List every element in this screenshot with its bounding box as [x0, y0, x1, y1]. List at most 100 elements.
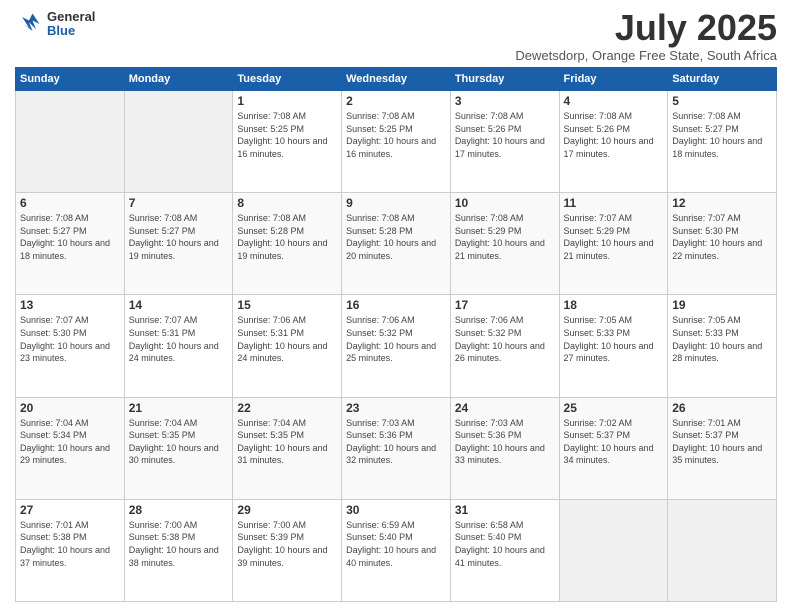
calendar-cell: 26Sunrise: 7:01 AM Sunset: 5:37 PM Dayli… — [668, 397, 777, 499]
day-number: 21 — [129, 401, 229, 415]
day-number: 3 — [455, 94, 555, 108]
calendar-week-row: 20 Sunrise: 7:04 AM Sunset: 5:34 PM Dayli… — [16, 397, 777, 499]
day-info: Sunrise: 7:07 AM Sunset: 5:30 PM Dayligh… — [20, 314, 120, 364]
day-info: Sunrise: 7:08 AM Sunset: 5:27 PM Dayligh… — [672, 110, 772, 160]
day-info: Sunrise: 6:59 AM Sunset: 5:40 PM Dayligh… — [346, 519, 446, 569]
day-number: 9 — [346, 196, 446, 210]
calendar-cell: 27 Sunrise: 7:01 AM Sunset: 5:38 PM Dayli… — [16, 499, 125, 601]
calendar-cell: 13Sunrise: 7:07 AM Sunset: 5:30 PM Dayli… — [16, 295, 125, 397]
weekday-header-cell: Saturday — [668, 68, 777, 91]
day-number: 26 — [672, 401, 772, 415]
calendar-cell: 10 Sunrise: 7:08 AM Sunset: 5:29 PM Dayli… — [450, 193, 559, 295]
day-info: Sunrise: 7:08 AM Sunset: 5:26 PM Dayligh… — [455, 110, 555, 160]
calendar-cell: 8Sunrise: 7:08 AM Sunset: 5:28 PM Daylig… — [233, 193, 342, 295]
day-info: Sunrise: 7:08 AM Sunset: 5:29 PM Dayligh… — [455, 212, 555, 262]
day-info: Sunrise: 7:07 AM Sunset: 5:31 PM Dayligh… — [129, 314, 229, 364]
calendar-week-row: 13Sunrise: 7:07 AM Sunset: 5:30 PM Dayli… — [16, 295, 777, 397]
calendar-cell: 3 Sunrise: 7:08 AM Sunset: 5:26 PM Daylig… — [450, 91, 559, 193]
day-number: 4 — [564, 94, 664, 108]
day-info: Sunrise: 7:07 AM Sunset: 5:30 PM Dayligh… — [672, 212, 772, 262]
day-number: 6 — [20, 196, 120, 210]
weekday-header-cell: Sunday — [16, 68, 125, 91]
calendar-cell: 24Sunrise: 7:03 AM Sunset: 5:36 PM Dayli… — [450, 397, 559, 499]
day-number: 24 — [455, 401, 555, 415]
calendar-cell: 12 Sunrise: 7:07 AM Sunset: 5:30 PM Dayli… — [668, 193, 777, 295]
weekday-header-cell: Monday — [124, 68, 233, 91]
day-number: 11 — [564, 196, 664, 210]
day-info: Sunrise: 7:05 AM Sunset: 5:33 PM Dayligh… — [672, 314, 772, 364]
logo-general: General — [47, 10, 95, 24]
calendar-cell: 29 Sunrise: 7:00 AM Sunset: 5:39 PM Dayli… — [233, 499, 342, 601]
day-number: 23 — [346, 401, 446, 415]
calendar-body: 1 Sunrise: 7:08 AM Sunset: 5:25 PM Daylig… — [16, 91, 777, 602]
calendar-cell: 11 Sunrise: 7:07 AM Sunset: 5:29 PM Dayli… — [559, 193, 668, 295]
day-info: Sunrise: 7:01 AM Sunset: 5:38 PM Dayligh… — [20, 519, 120, 569]
calendar-cell: 21 Sunrise: 7:04 AM Sunset: 5:35 PM Dayli… — [124, 397, 233, 499]
day-number: 27 — [20, 503, 120, 517]
day-info: Sunrise: 7:06 AM Sunset: 5:31 PM Dayligh… — [237, 314, 337, 364]
logo-blue: Blue — [47, 24, 95, 38]
calendar-cell: 17 Sunrise: 7:06 AM Sunset: 5:32 PM Dayli… — [450, 295, 559, 397]
calendar-cell — [668, 499, 777, 601]
day-info: Sunrise: 6:58 AM Sunset: 5:40 PM Dayligh… — [455, 519, 555, 569]
header: General Blue July 2025 Dewetsdorp, Orang… — [15, 10, 777, 63]
day-number: 12 — [672, 196, 772, 210]
day-number: 20 — [20, 401, 120, 415]
weekday-header-cell: Thursday — [450, 68, 559, 91]
day-number: 28 — [129, 503, 229, 517]
calendar-cell: 30 Sunrise: 6:59 AM Sunset: 5:40 PM Dayli… — [342, 499, 451, 601]
day-info: Sunrise: 7:08 AM Sunset: 5:26 PM Dayligh… — [564, 110, 664, 160]
day-info: Sunrise: 7:05 AM Sunset: 5:33 PM Dayligh… — [564, 314, 664, 364]
calendar-cell: 7Sunrise: 7:08 AM Sunset: 5:27 PM Daylig… — [124, 193, 233, 295]
day-info: Sunrise: 7:04 AM Sunset: 5:35 PM Dayligh… — [129, 417, 229, 467]
month-title: July 2025 — [515, 10, 777, 46]
calendar-cell: 14 Sunrise: 7:07 AM Sunset: 5:31 PM Dayli… — [124, 295, 233, 397]
calendar-cell: 6 Sunrise: 7:08 AM Sunset: 5:27 PM Daylig… — [16, 193, 125, 295]
day-info: Sunrise: 7:04 AM Sunset: 5:35 PM Dayligh… — [237, 417, 337, 467]
day-info: Sunrise: 7:08 AM Sunset: 5:25 PM Dayligh… — [237, 110, 337, 160]
calendar-cell: 18Sunrise: 7:05 AM Sunset: 5:33 PM Dayli… — [559, 295, 668, 397]
day-info: Sunrise: 7:04 AM Sunset: 5:34 PM Dayligh… — [20, 417, 120, 467]
day-number: 17 — [455, 298, 555, 312]
day-number: 16 — [346, 298, 446, 312]
calendar-cell: 15 Sunrise: 7:06 AM Sunset: 5:31 PM Dayli… — [233, 295, 342, 397]
day-number: 25 — [564, 401, 664, 415]
calendar-cell — [124, 91, 233, 193]
day-number: 31 — [455, 503, 555, 517]
title-section: July 2025 Dewetsdorp, Orange Free State,… — [515, 10, 777, 63]
day-number: 1 — [237, 94, 337, 108]
day-info: Sunrise: 7:07 AM Sunset: 5:29 PM Dayligh… — [564, 212, 664, 262]
day-info: Sunrise: 7:03 AM Sunset: 5:36 PM Dayligh… — [346, 417, 446, 467]
calendar-cell: 31 Sunrise: 6:58 AM Sunset: 5:40 PM Dayli… — [450, 499, 559, 601]
day-info: Sunrise: 7:08 AM Sunset: 5:27 PM Dayligh… — [129, 212, 229, 262]
day-info: Sunrise: 7:06 AM Sunset: 5:32 PM Dayligh… — [455, 314, 555, 364]
location: Dewetsdorp, Orange Free State, South Afr… — [515, 48, 777, 63]
day-info: Sunrise: 7:06 AM Sunset: 5:32 PM Dayligh… — [346, 314, 446, 364]
day-number: 29 — [237, 503, 337, 517]
calendar-cell: 9 Sunrise: 7:08 AM Sunset: 5:28 PM Daylig… — [342, 193, 451, 295]
calendar-cell: 5 Sunrise: 7:08 AM Sunset: 5:27 PM Daylig… — [668, 91, 777, 193]
weekday-header-cell: Tuesday — [233, 68, 342, 91]
day-number: 14 — [129, 298, 229, 312]
day-number: 2 — [346, 94, 446, 108]
calendar-cell: 16 Sunrise: 7:06 AM Sunset: 5:32 PM Dayli… — [342, 295, 451, 397]
calendar-week-row: 27 Sunrise: 7:01 AM Sunset: 5:38 PM Dayli… — [16, 499, 777, 601]
day-number: 15 — [237, 298, 337, 312]
logo: General Blue — [15, 10, 95, 39]
day-info: Sunrise: 7:00 AM Sunset: 5:39 PM Dayligh… — [237, 519, 337, 569]
day-info: Sunrise: 7:08 AM Sunset: 5:28 PM Dayligh… — [237, 212, 337, 262]
calendar-cell: 4 Sunrise: 7:08 AM Sunset: 5:26 PM Daylig… — [559, 91, 668, 193]
calendar-cell: 20 Sunrise: 7:04 AM Sunset: 5:34 PM Dayli… — [16, 397, 125, 499]
page: General Blue July 2025 Dewetsdorp, Orang… — [0, 0, 792, 612]
calendar-cell: 25Sunrise: 7:02 AM Sunset: 5:37 PM Dayli… — [559, 397, 668, 499]
logo-text: General Blue — [47, 10, 95, 39]
weekday-header-row: SundayMondayTuesdayWednesdayThursdayFrid… — [16, 68, 777, 91]
day-info: Sunrise: 7:08 AM Sunset: 5:28 PM Dayligh… — [346, 212, 446, 262]
day-info: Sunrise: 7:08 AM Sunset: 5:27 PM Dayligh… — [20, 212, 120, 262]
calendar-cell: 23 Sunrise: 7:03 AM Sunset: 5:36 PM Dayli… — [342, 397, 451, 499]
day-number: 22 — [237, 401, 337, 415]
day-number: 30 — [346, 503, 446, 517]
day-number: 10 — [455, 196, 555, 210]
weekday-header-cell: Friday — [559, 68, 668, 91]
day-number: 5 — [672, 94, 772, 108]
